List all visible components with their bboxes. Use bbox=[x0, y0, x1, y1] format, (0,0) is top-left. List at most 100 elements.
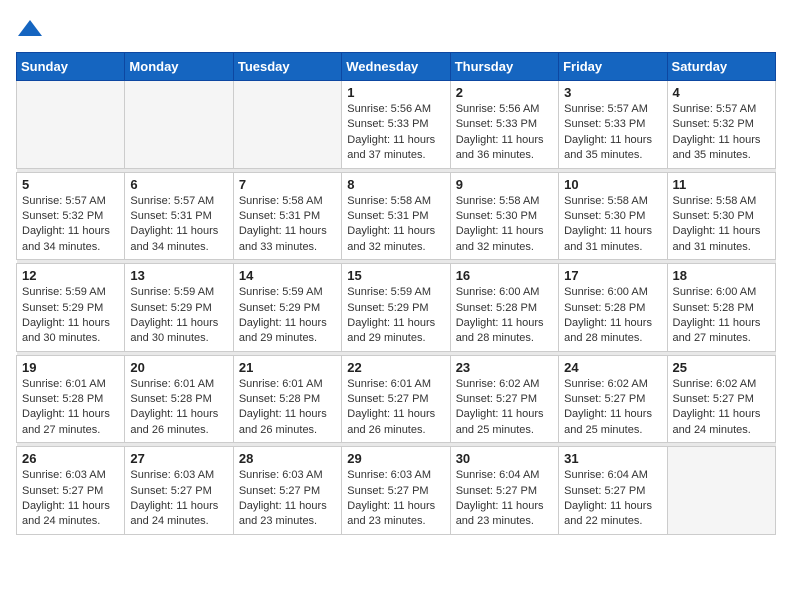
day-info: Sunrise: 6:00 AMSunset: 5:28 PMDaylight:… bbox=[564, 285, 661, 347]
calendar-cell: 22 Sunrise: 6:01 AMSunset: 5:27 PMDayligh… bbox=[342, 355, 450, 443]
calendar-day-header: Monday bbox=[125, 53, 233, 81]
calendar-cell: 31 Sunrise: 6:04 AMSunset: 5:27 PMDayligh… bbox=[559, 447, 667, 535]
day-info: Sunrise: 5:58 AMSunset: 5:31 PMDaylight:… bbox=[347, 194, 444, 256]
day-number: 9 bbox=[456, 177, 553, 192]
day-number: 16 bbox=[456, 268, 553, 283]
day-info: Sunrise: 5:57 AMSunset: 5:32 PMDaylight:… bbox=[673, 102, 770, 164]
calendar-day-header: Sunday bbox=[17, 53, 125, 81]
calendar-cell: 24 Sunrise: 6:02 AMSunset: 5:27 PMDayligh… bbox=[559, 355, 667, 443]
day-info: Sunrise: 6:02 AMSunset: 5:27 PMDaylight:… bbox=[564, 377, 661, 439]
calendar-cell bbox=[17, 81, 125, 169]
day-number: 1 bbox=[347, 85, 444, 100]
calendar-cell: 23 Sunrise: 6:02 AMSunset: 5:27 PMDayligh… bbox=[450, 355, 558, 443]
day-number: 26 bbox=[22, 451, 119, 466]
day-info: Sunrise: 5:56 AMSunset: 5:33 PMDaylight:… bbox=[347, 102, 444, 164]
calendar-cell: 9 Sunrise: 5:58 AMSunset: 5:30 PMDaylight… bbox=[450, 172, 558, 260]
day-number: 23 bbox=[456, 360, 553, 375]
day-number: 21 bbox=[239, 360, 336, 375]
day-info: Sunrise: 5:58 AMSunset: 5:30 PMDaylight:… bbox=[564, 194, 661, 256]
day-number: 31 bbox=[564, 451, 661, 466]
day-info: Sunrise: 5:57 AMSunset: 5:32 PMDaylight:… bbox=[22, 194, 119, 256]
calendar-cell bbox=[667, 447, 775, 535]
calendar-cell: 7 Sunrise: 5:58 AMSunset: 5:31 PMDaylight… bbox=[233, 172, 341, 260]
calendar-cell: 19 Sunrise: 6:01 AMSunset: 5:28 PMDayligh… bbox=[17, 355, 125, 443]
day-number: 5 bbox=[22, 177, 119, 192]
calendar-cell: 20Sunrise: 6:01 AMSunset: 5:28 PMDayligh… bbox=[125, 355, 233, 443]
calendar-day-header: Thursday bbox=[450, 53, 558, 81]
day-info: Sunrise: 6:01 AMSunset: 5:28 PMDaylight:… bbox=[22, 377, 119, 439]
day-number: 17 bbox=[564, 268, 661, 283]
logo bbox=[16, 16, 48, 44]
day-info: Sunrise: 6:04 AMSunset: 5:27 PMDaylight:… bbox=[456, 468, 553, 530]
calendar-cell: 10 Sunrise: 5:58 AMSunset: 5:30 PMDayligh… bbox=[559, 172, 667, 260]
calendar-table: SundayMondayTuesdayWednesdayThursdayFrid… bbox=[16, 52, 776, 535]
day-info: Sunrise: 6:04 AMSunset: 5:27 PMDaylight:… bbox=[564, 468, 661, 530]
calendar-cell bbox=[125, 81, 233, 169]
calendar-cell: 18 Sunrise: 6:00 AMSunset: 5:28 PMDayligh… bbox=[667, 264, 775, 352]
day-info: Sunrise: 5:56 AMSunset: 5:33 PMDaylight:… bbox=[456, 102, 553, 164]
calendar-cell: 17 Sunrise: 6:00 AMSunset: 5:28 PMDayligh… bbox=[559, 264, 667, 352]
day-number: 18 bbox=[673, 268, 770, 283]
day-number: 13 bbox=[130, 268, 227, 283]
calendar-cell: 30 Sunrise: 6:04 AMSunset: 5:27 PMDayligh… bbox=[450, 447, 558, 535]
day-info: Sunrise: 5:58 AMSunset: 5:30 PMDaylight:… bbox=[456, 194, 553, 256]
day-info: Sunrise: 6:02 AMSunset: 5:27 PMDaylight:… bbox=[456, 377, 553, 439]
day-number: 20 bbox=[130, 360, 227, 375]
day-info: Sunrise: 6:02 AMSunset: 5:27 PMDaylight:… bbox=[673, 377, 770, 439]
day-number: 4 bbox=[673, 85, 770, 100]
calendar-cell: 25Sunrise: 6:02 AMSunset: 5:27 PMDayligh… bbox=[667, 355, 775, 443]
day-info: Sunrise: 6:03 AMSunset: 5:27 PMDaylight:… bbox=[130, 468, 227, 530]
calendar-day-header: Saturday bbox=[667, 53, 775, 81]
day-info: Sunrise: 6:03 AMSunset: 5:27 PMDaylight:… bbox=[22, 468, 119, 530]
calendar-cell bbox=[233, 81, 341, 169]
calendar-cell: 27Sunrise: 6:03 AMSunset: 5:27 PMDayligh… bbox=[125, 447, 233, 535]
calendar-cell: 6Sunrise: 5:57 AMSunset: 5:31 PMDaylight… bbox=[125, 172, 233, 260]
calendar-week-row: 12Sunrise: 5:59 AMSunset: 5:29 PMDayligh… bbox=[17, 264, 776, 352]
calendar-cell: 21 Sunrise: 6:01 AMSunset: 5:28 PMDayligh… bbox=[233, 355, 341, 443]
day-number: 15 bbox=[347, 268, 444, 283]
day-number: 30 bbox=[456, 451, 553, 466]
calendar-week-row: 5 Sunrise: 5:57 AMSunset: 5:32 PMDaylight… bbox=[17, 172, 776, 260]
calendar-cell: 14Sunrise: 5:59 AMSunset: 5:29 PMDayligh… bbox=[233, 264, 341, 352]
day-info: Sunrise: 5:58 AMSunset: 5:31 PMDaylight:… bbox=[239, 194, 336, 256]
day-info: Sunrise: 6:00 AMSunset: 5:28 PMDaylight:… bbox=[456, 285, 553, 347]
calendar-cell: 12Sunrise: 5:59 AMSunset: 5:29 PMDayligh… bbox=[17, 264, 125, 352]
day-info: Sunrise: 6:03 AMSunset: 5:27 PMDaylight:… bbox=[347, 468, 444, 530]
day-number: 7 bbox=[239, 177, 336, 192]
calendar-cell: 13Sunrise: 5:59 AMSunset: 5:29 PMDayligh… bbox=[125, 264, 233, 352]
day-info: Sunrise: 5:59 AMSunset: 5:29 PMDaylight:… bbox=[239, 285, 336, 347]
day-info: Sunrise: 6:01 AMSunset: 5:28 PMDaylight:… bbox=[239, 377, 336, 439]
calendar-cell: 5 Sunrise: 5:57 AMSunset: 5:32 PMDaylight… bbox=[17, 172, 125, 260]
calendar-header-row: SundayMondayTuesdayWednesdayThursdayFrid… bbox=[17, 53, 776, 81]
calendar-day-header: Friday bbox=[559, 53, 667, 81]
logo-icon bbox=[16, 16, 44, 44]
calendar-day-header: Tuesday bbox=[233, 53, 341, 81]
calendar-cell: 28 Sunrise: 6:03 AMSunset: 5:27 PMDayligh… bbox=[233, 447, 341, 535]
calendar-cell: 16 Sunrise: 6:00 AMSunset: 5:28 PMDayligh… bbox=[450, 264, 558, 352]
day-info: Sunrise: 6:00 AMSunset: 5:28 PMDaylight:… bbox=[673, 285, 770, 347]
day-info: Sunrise: 5:57 AMSunset: 5:33 PMDaylight:… bbox=[564, 102, 661, 164]
day-number: 24 bbox=[564, 360, 661, 375]
day-number: 28 bbox=[239, 451, 336, 466]
day-info: Sunrise: 5:59 AMSunset: 5:29 PMDaylight:… bbox=[347, 285, 444, 347]
day-number: 29 bbox=[347, 451, 444, 466]
day-number: 2 bbox=[456, 85, 553, 100]
day-number: 22 bbox=[347, 360, 444, 375]
day-number: 10 bbox=[564, 177, 661, 192]
calendar-cell: 8Sunrise: 5:58 AMSunset: 5:31 PMDaylight… bbox=[342, 172, 450, 260]
day-info: Sunrise: 6:03 AMSunset: 5:27 PMDaylight:… bbox=[239, 468, 336, 530]
calendar-cell: 2 Sunrise: 5:56 AMSunset: 5:33 PMDaylight… bbox=[450, 81, 558, 169]
day-info: Sunrise: 5:58 AMSunset: 5:30 PMDaylight:… bbox=[673, 194, 770, 256]
day-info: Sunrise: 5:59 AMSunset: 5:29 PMDaylight:… bbox=[22, 285, 119, 347]
calendar-week-row: 19 Sunrise: 6:01 AMSunset: 5:28 PMDayligh… bbox=[17, 355, 776, 443]
calendar-cell: 15 Sunrise: 5:59 AMSunset: 5:29 PMDayligh… bbox=[342, 264, 450, 352]
calendar-cell: 11 Sunrise: 5:58 AMSunset: 5:30 PMDayligh… bbox=[667, 172, 775, 260]
calendar-day-header: Wednesday bbox=[342, 53, 450, 81]
day-number: 11 bbox=[673, 177, 770, 192]
day-number: 3 bbox=[564, 85, 661, 100]
calendar-cell: 3 Sunrise: 5:57 AMSunset: 5:33 PMDaylight… bbox=[559, 81, 667, 169]
calendar-cell: 1 Sunrise: 5:56 AMSunset: 5:33 PMDaylight… bbox=[342, 81, 450, 169]
calendar-cell: 4 Sunrise: 5:57 AMSunset: 5:32 PMDaylight… bbox=[667, 81, 775, 169]
day-info: Sunrise: 6:01 AMSunset: 5:27 PMDaylight:… bbox=[347, 377, 444, 439]
day-number: 19 bbox=[22, 360, 119, 375]
